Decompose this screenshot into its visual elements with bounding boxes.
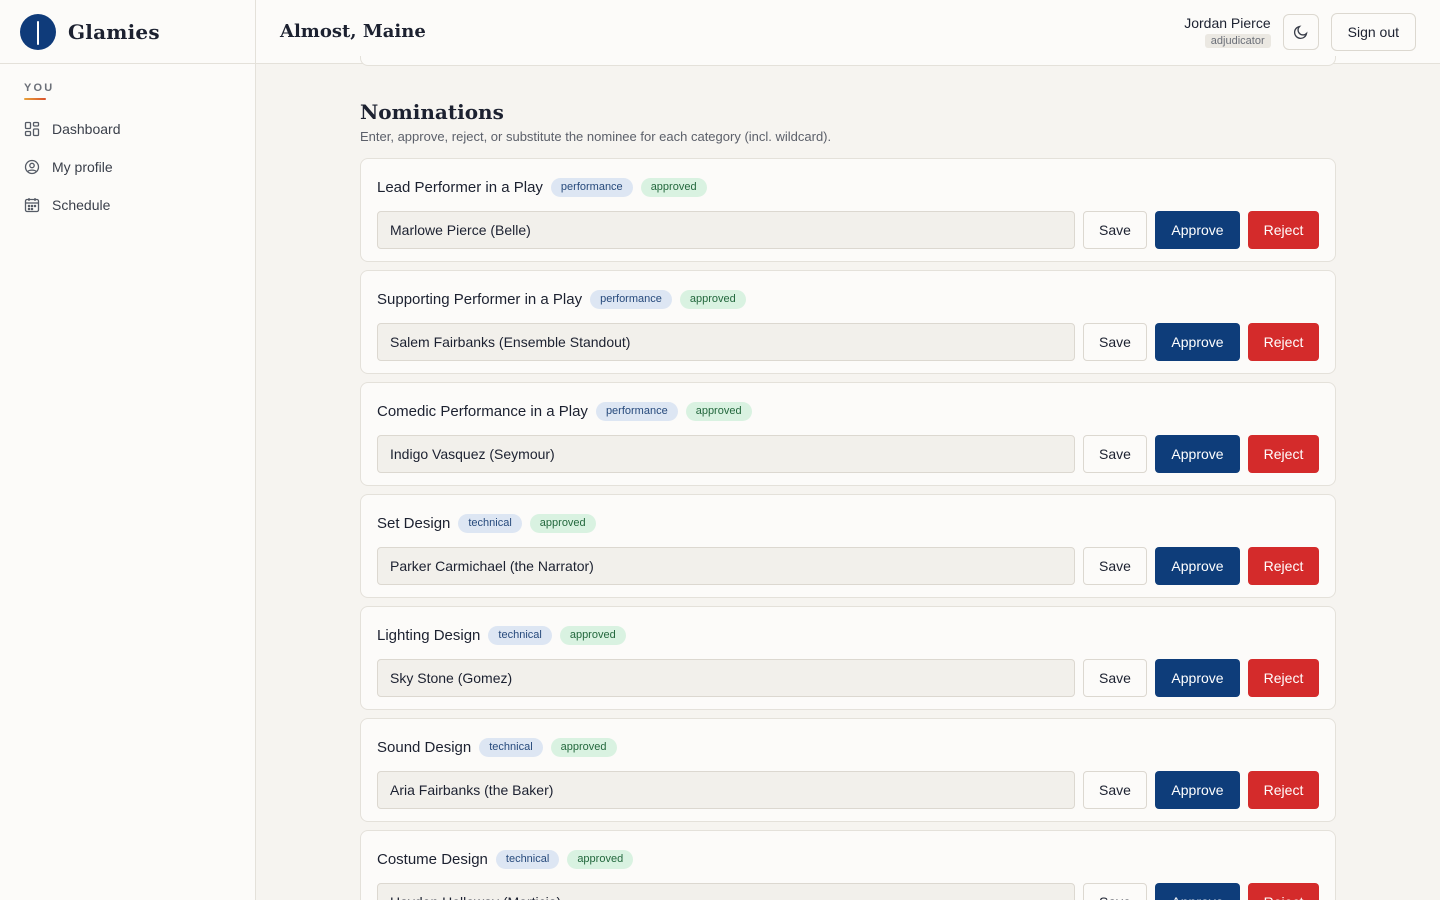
- category-type-badge: technical: [495, 849, 560, 869]
- category-type-badge: technical: [479, 737, 543, 757]
- approve-button[interactable]: Approve: [1155, 659, 1240, 697]
- user-name: Jordan Pierce: [1184, 15, 1271, 31]
- save-button[interactable]: Save: [1083, 547, 1147, 585]
- category-type-badge: technical: [458, 513, 522, 533]
- previous-card-edge: [360, 56, 1336, 66]
- nominations-description: Enter, approve, reject, or substitute th…: [360, 129, 832, 144]
- sidebar-section-label: YOU: [24, 82, 55, 94]
- category-name: Sound Design: [377, 738, 472, 756]
- sidebar-item-my-profile[interactable]: My profile: [0, 148, 255, 186]
- reject-button[interactable]: Reject: [1248, 435, 1319, 473]
- status-badge: approved: [559, 625, 626, 645]
- save-button[interactable]: Save: [1083, 323, 1147, 361]
- reject-button[interactable]: Reject: [1248, 659, 1319, 697]
- approve-button[interactable]: Approve: [1155, 435, 1240, 473]
- user-info: Jordan Pierce adjudicator: [1184, 15, 1271, 48]
- reject-button[interactable]: Reject: [1248, 771, 1319, 809]
- status-badge: approved: [685, 401, 752, 421]
- sidebar-item-dashboard[interactable]: Dashboard: [0, 110, 255, 148]
- reject-button[interactable]: Reject: [1248, 323, 1319, 361]
- reject-button[interactable]: Reject: [1248, 211, 1319, 249]
- category-type-badge: performance: [550, 177, 633, 197]
- category-type-badge: performance: [595, 401, 678, 421]
- section-underline: [24, 98, 46, 100]
- category-type-badge: technical: [488, 625, 552, 645]
- page-title: Almost, Maine: [280, 21, 426, 42]
- header-actions: Jordan Pierce adjudicator Sign out: [1184, 12, 1416, 51]
- nominee-input[interactable]: [377, 323, 1075, 361]
- sign-out-button[interactable]: Sign out: [1330, 12, 1416, 51]
- approve-button[interactable]: Approve: [1155, 323, 1240, 361]
- nomination-card: Set Design technical approved Save Appro…: [360, 494, 1336, 598]
- approve-button[interactable]: Approve: [1155, 883, 1240, 900]
- nominations-title: Nominations: [360, 100, 504, 124]
- category-type-badge: performance: [590, 289, 672, 309]
- reject-button[interactable]: Reject: [1248, 883, 1319, 900]
- nomination-card: Costume Design technical approved Save A…: [360, 830, 1336, 900]
- nomination-card: Sound Design technical approved Save App…: [360, 718, 1336, 822]
- save-button[interactable]: Save: [1083, 211, 1147, 249]
- glamies-logo-icon: [20, 13, 56, 50]
- nomination-card: Comedic Performance in a Play performanc…: [360, 382, 1336, 486]
- status-badge: approved: [529, 513, 596, 533]
- top-header: Almost, Maine Jordan Pierce adjudicator …: [256, 0, 1440, 64]
- save-button[interactable]: Save: [1083, 435, 1147, 473]
- sidebar-item-label: Schedule: [52, 197, 111, 213]
- nominee-input[interactable]: [377, 771, 1075, 809]
- nomination-card: Lighting Design technical approved Save …: [360, 606, 1336, 710]
- status-badge: approved: [640, 177, 707, 197]
- approve-button[interactable]: Approve: [1155, 211, 1240, 249]
- sidebar-item-label: My profile: [52, 159, 113, 175]
- category-name: Lighting Design: [377, 626, 481, 644]
- reject-button[interactable]: Reject: [1248, 547, 1319, 585]
- nominee-input[interactable]: [377, 883, 1075, 900]
- nominee-input[interactable]: [377, 435, 1075, 473]
- status-badge: approved: [567, 849, 634, 869]
- role-badge: adjudicator: [1204, 34, 1271, 48]
- nomination-card: Supporting Performer in a Play performan…: [360, 270, 1336, 374]
- nomination-card: Lead Performer in a Play performance app…: [360, 158, 1336, 262]
- category-name: Lead Performer in a Play: [377, 178, 543, 196]
- approve-button[interactable]: Approve: [1155, 547, 1240, 585]
- category-name: Costume Design: [377, 850, 488, 868]
- sidebar: Glamies YOU Dashboard My profile Schedul…: [0, 0, 256, 900]
- nominee-input[interactable]: [377, 211, 1075, 249]
- category-name: Set Design: [377, 514, 451, 532]
- approve-button[interactable]: Approve: [1155, 771, 1240, 809]
- brand[interactable]: Glamies: [0, 0, 255, 64]
- save-button[interactable]: Save: [1083, 771, 1147, 809]
- calendar-icon: [24, 198, 40, 213]
- theme-toggle-button[interactable]: [1282, 13, 1319, 50]
- brand-name: Glamies: [68, 19, 160, 44]
- status-badge: approved: [679, 289, 746, 309]
- nominee-input[interactable]: [377, 659, 1075, 697]
- save-button[interactable]: Save: [1083, 883, 1147, 900]
- user-circle-icon: [24, 159, 40, 175]
- nominee-input[interactable]: [377, 547, 1075, 585]
- save-button[interactable]: Save: [1083, 659, 1147, 697]
- nominations-list: Lead Performer in a Play performance app…: [360, 158, 1336, 900]
- status-badge: approved: [550, 737, 617, 757]
- sidebar-item-schedule[interactable]: Schedule: [0, 186, 255, 224]
- category-name: Comedic Performance in a Play: [377, 402, 588, 420]
- moon-icon: [1293, 24, 1308, 39]
- sidebar-item-label: Dashboard: [52, 121, 121, 137]
- main-content: Nominations Enter, approve, reject, or s…: [256, 56, 1440, 900]
- sidebar-nav: Dashboard My profile Schedule: [0, 110, 255, 224]
- category-name: Supporting Performer in a Play: [377, 290, 583, 308]
- grid-icon: [24, 121, 40, 137]
